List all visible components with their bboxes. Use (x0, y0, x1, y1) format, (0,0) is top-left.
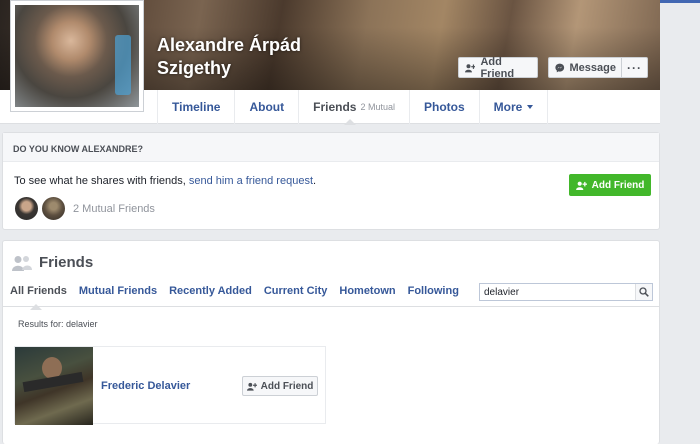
do-you-know-header: DO YOU KNOW ALEXANDRE? (3, 133, 659, 162)
tab-friends-mutual-count: 2 Mutual (360, 102, 395, 112)
tab-current-city[interactable]: Current City (264, 285, 328, 297)
tab-more-label: More (493, 100, 523, 114)
tab-hometown[interactable]: Hometown (339, 285, 395, 297)
send-friend-request-link[interactable]: send him a friend request (189, 175, 313, 187)
tab-photos[interactable]: Photos (409, 90, 479, 124)
friends-search-button[interactable] (635, 284, 652, 300)
friends-section-title: Friends (12, 254, 93, 271)
message-label: Message (569, 61, 616, 74)
tab-friends[interactable]: Friends 2 Mutual (298, 90, 409, 125)
mutual-friend-avatar[interactable] (14, 196, 39, 221)
messenger-icon (555, 63, 565, 72)
profile-name-line1: Alexandre Árpád (157, 35, 302, 55)
tab-more[interactable]: More (478, 90, 549, 124)
tab-about-label: About (249, 100, 285, 114)
tab-photos-label: Photos (424, 100, 465, 114)
add-friend-label: Add Friend (480, 55, 515, 80)
friends-search-input[interactable] (480, 284, 635, 300)
friends-icon (12, 255, 32, 271)
tab-timeline[interactable]: Timeline (157, 90, 234, 124)
mutual-friends-count[interactable]: 2 Mutual Friends (73, 203, 155, 215)
profile-picture[interactable] (10, 0, 144, 112)
tab-all-friends[interactable]: All Friends (10, 285, 67, 310)
friend-photo[interactable] (15, 347, 93, 425)
caret-down-icon (527, 105, 534, 109)
search-results-label: Results for: delavier (18, 319, 98, 329)
add-friend-icon (465, 63, 476, 72)
add-friend-label: Add Friend (591, 179, 645, 191)
tabs-divider (3, 306, 659, 307)
add-friend-icon (246, 382, 257, 391)
mutual-friend-avatar[interactable] (41, 196, 66, 221)
page-gutter (660, 3, 700, 444)
add-friend-icon (575, 181, 587, 190)
friends-section: Friends All Friends Mutual Friends Recen… (2, 240, 660, 444)
more-options-button[interactable]: ··· (621, 57, 648, 78)
add-friend-button-result[interactable]: Add Friend (242, 376, 318, 396)
do-you-know-card: DO YOU KNOW ALEXANDRE? To see what he sh… (2, 132, 660, 230)
friends-title-text: Friends (39, 254, 94, 271)
friends-search-box (479, 283, 653, 301)
friend-name-link[interactable]: Frederic Delavier (101, 380, 190, 392)
profile-picture-image (15, 5, 139, 107)
mutual-friend-avatars (14, 196, 66, 221)
profile-name-line2: Szigethy (157, 58, 232, 78)
tab-about[interactable]: About (234, 90, 298, 124)
prompt-period: . (313, 175, 317, 187)
add-friend-button-cover[interactable]: Add Friend (458, 55, 538, 80)
tab-friends-label: Friends (313, 100, 357, 114)
profile-nav-items: Timeline About Friends 2 Mutual Photos Mo… (157, 90, 549, 125)
message-button[interactable]: Message (548, 57, 622, 78)
profile-name[interactable]: Alexandre Árpád Szigethy (157, 34, 301, 80)
search-icon (639, 287, 649, 297)
friend-request-prompt: To see what he shares with friends, send… (14, 175, 316, 187)
add-friend-button[interactable]: Add Friend (569, 174, 651, 196)
friends-tabs: All Friends Mutual Friends Recently Adde… (10, 285, 471, 310)
add-friend-label: Add Friend (260, 380, 314, 392)
tab-timeline-label: Timeline (172, 100, 221, 114)
tab-following[interactable]: Following (408, 285, 459, 297)
friend-result-card: Frederic Delavier Add Friend (14, 346, 326, 425)
more-dots-icon: ··· (627, 60, 642, 75)
tab-mutual-friends[interactable]: Mutual Friends (79, 285, 157, 297)
tab-recently-added[interactable]: Recently Added (169, 285, 252, 297)
prompt-text: To see what he shares with friends, (14, 175, 189, 187)
